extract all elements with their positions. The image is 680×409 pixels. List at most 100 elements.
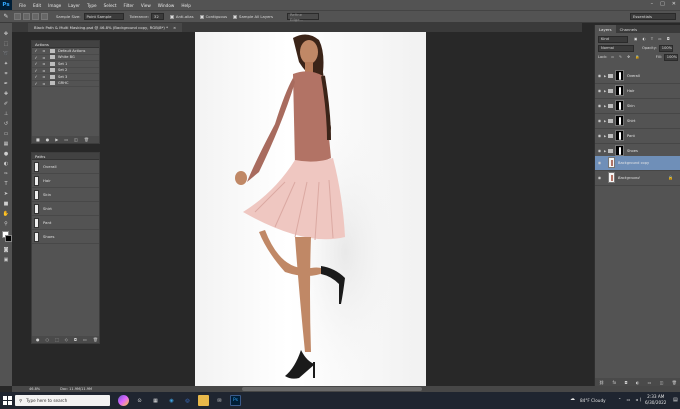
file-explorer-icon[interactable]: [198, 395, 209, 406]
play-icon[interactable]: ▶: [55, 137, 58, 142]
check-icon[interactable]: ✓: [32, 74, 40, 79]
eye-icon[interactable]: ◉: [595, 148, 604, 153]
layer-row[interactable]: ◉ ▶ Shirt: [595, 114, 680, 129]
layer-mask-thumbnail[interactable]: [615, 145, 624, 157]
layer-mask-thumbnail[interactable]: [615, 70, 624, 82]
path-select-tool-icon[interactable]: ➤: [0, 189, 12, 199]
path-row[interactable]: Pant: [32, 216, 99, 230]
colorful-app-icon[interactable]: [118, 395, 129, 406]
layer-mask-thumbnail[interactable]: [615, 100, 624, 112]
magic-wand-tool-icon[interactable]: ✎: [0, 13, 12, 20]
sample-all-layers-checkbox[interactable]: Sample All Layers: [233, 14, 273, 19]
notification-icon[interactable]: ▤: [673, 397, 678, 403]
check-icon[interactable]: ✓: [32, 81, 40, 86]
record-icon[interactable]: ●: [46, 137, 50, 142]
check-icon[interactable]: ✓: [32, 55, 40, 60]
menu-view[interactable]: View: [141, 3, 151, 8]
minimize-button[interactable]: –: [651, 1, 654, 7]
gradient-tool-icon[interactable]: ▦: [0, 139, 12, 149]
tolerance-input[interactable]: 32: [150, 13, 164, 20]
make-path-icon[interactable]: ◇: [65, 337, 68, 342]
healing-tool-icon[interactable]: ✚: [0, 89, 12, 99]
layer-row[interactable]: ◉ Background 🔒: [595, 171, 680, 186]
eye-icon[interactable]: ◉: [595, 160, 604, 165]
stop-icon[interactable]: ■: [36, 137, 40, 142]
close-window-button[interactable]: ✕: [672, 1, 676, 7]
dialog-toggle-icon[interactable]: ▫: [40, 48, 48, 53]
menu-image[interactable]: Image: [48, 3, 61, 8]
menu-type[interactable]: Type: [87, 3, 97, 8]
stroke-path-icon[interactable]: ○: [46, 337, 50, 342]
lasso-tool-icon[interactable]: ➰: [0, 49, 12, 59]
eye-icon[interactable]: ◉: [595, 175, 604, 180]
menu-file[interactable]: File: [19, 3, 26, 8]
adjustment-icon[interactable]: ◐: [636, 380, 640, 385]
check-icon[interactable]: ✓: [32, 61, 40, 66]
layer-row[interactable]: ◉ ▶ Overall: [595, 69, 680, 84]
delete-icon[interactable]: 🗑: [672, 380, 677, 385]
dialog-toggle-icon[interactable]: ▫: [40, 61, 48, 66]
layer-row-selected[interactable]: ◉ Background copy: [595, 156, 680, 171]
new-layer-icon[interactable]: ◫: [660, 380, 664, 385]
eye-icon[interactable]: ◉: [595, 73, 604, 78]
fill-path-icon[interactable]: ●: [36, 337, 40, 342]
layer-mask-thumbnail[interactable]: [615, 85, 624, 97]
anti-alias-checkbox[interactable]: Anti-alias: [169, 14, 194, 19]
path-row[interactable]: Hair: [32, 174, 99, 188]
dialog-toggle-icon[interactable]: ▫: [40, 74, 48, 79]
new-path-icon[interactable]: ▭: [83, 337, 87, 342]
eye-icon[interactable]: ◉: [595, 118, 604, 123]
layer-row[interactable]: ◉ ▶ Hair: [595, 84, 680, 99]
horizontal-scrollbar[interactable]: [242, 387, 422, 391]
brush-tool-icon[interactable]: ✐: [0, 99, 12, 109]
history-brush-icon[interactable]: ↺: [0, 119, 12, 129]
path-row[interactable]: Overall: [32, 160, 99, 174]
eyedropper-tool-icon[interactable]: ✒: [0, 79, 12, 89]
layer-mask-thumbnail[interactable]: [615, 115, 624, 127]
zoom-tool-icon[interactable]: ⚲: [0, 219, 12, 229]
widgets-icon[interactable]: ▦: [150, 395, 161, 406]
fill-input[interactable]: 100%: [663, 53, 678, 61]
intersect-selection-icon[interactable]: [41, 13, 48, 20]
move-tool-icon[interactable]: ✥: [0, 29, 12, 39]
blend-mode-select[interactable]: Normal: [598, 44, 634, 52]
zoom-level[interactable]: 46.8%: [29, 387, 40, 391]
path-row[interactable]: Shoes: [32, 230, 99, 244]
taskbar-search-input[interactable]: ⚲ Type here to search: [15, 395, 110, 406]
menu-layer[interactable]: Layer: [68, 3, 80, 8]
path-row[interactable]: Shirt: [32, 202, 99, 216]
quick-select-tool-icon[interactable]: ✦: [0, 59, 12, 69]
clock[interactable]: 2:33 AM 6/30/2022: [645, 394, 666, 406]
contiguous-checkbox[interactable]: Contiguous: [199, 14, 227, 19]
layer-thumbnail[interactable]: [608, 157, 615, 169]
document-tab[interactable]: Black Path & Multi Masking.psd @ 46.8% (…: [28, 23, 183, 32]
menu-window[interactable]: Window: [158, 3, 175, 8]
screen-mode-icon[interactable]: ▣: [0, 255, 12, 265]
blur-tool-icon[interactable]: ●: [0, 149, 12, 159]
add-mask-icon[interactable]: ◘: [624, 380, 627, 385]
shape-tool-icon[interactable]: ■: [0, 199, 12, 209]
dialog-toggle-icon[interactable]: ▫: [40, 81, 48, 86]
system-tray-icons[interactable]: ⌃ ▭ ◂): [618, 397, 643, 402]
dialog-toggle-icon[interactable]: ▫: [40, 68, 48, 73]
eye-icon[interactable]: ◉: [595, 103, 604, 108]
delete-path-icon[interactable]: 🗑: [93, 337, 98, 342]
add-mask-icon[interactable]: ◘: [74, 337, 77, 342]
path-row[interactable]: Skin: [32, 188, 99, 202]
lock-icons[interactable]: ▫ ✎ ✥ 🔒: [611, 55, 641, 59]
hand-tool-icon[interactable]: ✋: [0, 209, 12, 219]
stamp-tool-icon[interactable]: ⊥: [0, 109, 12, 119]
dodge-tool-icon[interactable]: ◐: [0, 159, 12, 169]
refine-edge-button[interactable]: Refine Edge...: [286, 12, 319, 22]
maximize-button[interactable]: □: [660, 1, 665, 7]
task-view-icon[interactable]: ⊙: [134, 395, 145, 406]
document-canvas-photo[interactable]: [195, 32, 426, 386]
check-icon[interactable]: ✓: [32, 48, 40, 53]
crop-tool-icon[interactable]: ⌗: [0, 69, 12, 79]
layer-row[interactable]: ◉ ▶ Skin: [595, 99, 680, 114]
pen-tool-icon[interactable]: ✑: [0, 169, 12, 179]
load-selection-icon[interactable]: ⬚: [55, 337, 59, 342]
filter-icons[interactable]: ▣ ◐ T ▭ ◘: [634, 37, 672, 41]
mail-icon[interactable]: ✉: [214, 395, 225, 406]
layer-row[interactable]: ◉ ▶ Pant: [595, 129, 680, 144]
